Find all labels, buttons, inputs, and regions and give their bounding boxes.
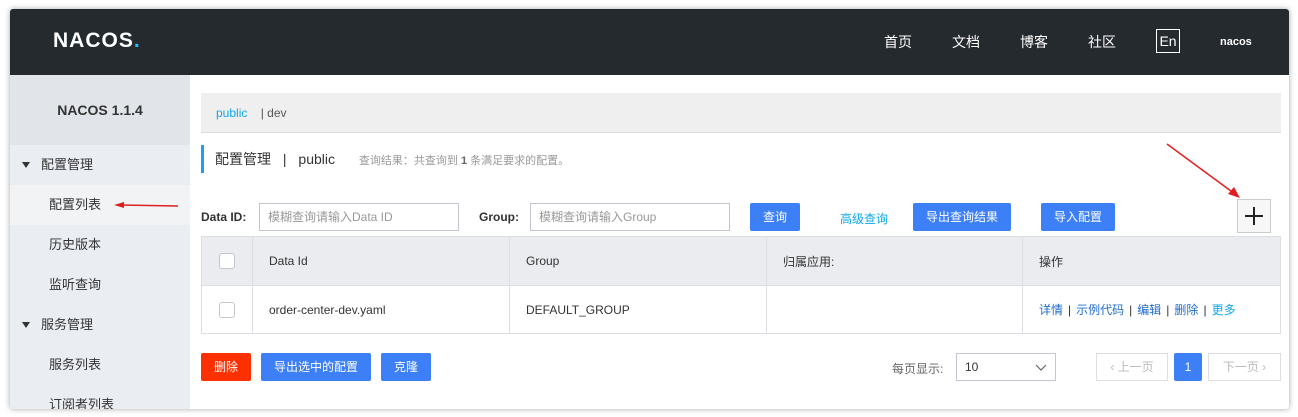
nav-community[interactable]: 社区 <box>1088 9 1116 75</box>
nav-home[interactable]: 首页 <box>884 9 912 75</box>
top-navbar: NACOS. 首页 文档 博客 社区 En nacos <box>10 9 1289 75</box>
table-header: Data Id Group 归属应用: 操作 <box>202 237 1280 285</box>
chevron-down-icon <box>1035 364 1047 371</box>
row-checkbox[interactable] <box>219 301 235 318</box>
main-content: public | dev 配置管理 | public 查询结果：共查询到 1 条… <box>190 75 1289 409</box>
query-result-summary: 查询结果：共查询到 1 条满足要求的配置。 <box>358 155 570 167</box>
action-details-link[interactable]: 详情 <box>1039 301 1063 318</box>
page-1-button[interactable]: 1 <box>1174 353 1202 381</box>
query-button[interactable]: 查询 <box>750 203 800 231</box>
advanced-query-link[interactable]: 高级查询 <box>840 210 888 227</box>
sidebar-item-service-list[interactable]: 服务列表 <box>10 345 190 385</box>
select-all-checkbox[interactable] <box>219 253 235 269</box>
cell-app <box>767 286 1023 333</box>
annotation-arrow-diagonal <box>1166 143 1240 198</box>
action-more-link[interactable]: 更多 <box>1212 301 1236 318</box>
namespace-public-link[interactable]: public <box>216 106 247 120</box>
sidebar-item-history[interactable]: 历史版本 <box>10 225 190 265</box>
next-page-button[interactable]: 下一页 › <box>1208 353 1281 381</box>
add-config-button[interactable] <box>1237 199 1271 233</box>
column-header-app: 归属应用: <box>767 237 1023 285</box>
sidebar-group-config-management[interactable]: 配置管理 <box>10 145 190 185</box>
plus-icon <box>1245 207 1263 225</box>
sidebar-item-listener-query[interactable]: 监听查询 <box>10 265 190 305</box>
export-selected-button[interactable]: 导出选中的配置 <box>261 353 371 381</box>
clone-button[interactable]: 克隆 <box>381 353 431 381</box>
user-menu[interactable]: nacos <box>1220 36 1252 48</box>
page-title: 配置管理 | public 查询结果：共查询到 1 条满足要求的配置。 <box>201 145 569 173</box>
chevron-left-icon: ‹ <box>1110 360 1115 374</box>
prev-page-button[interactable]: ‹ 上一页 <box>1096 353 1168 381</box>
import-config-button[interactable]: 导入配置 <box>1041 203 1115 231</box>
page-size-select[interactable]: 10 <box>956 353 1056 381</box>
sidebar-group-service-management[interactable]: 服务管理 <box>10 305 190 345</box>
column-header-data-id: Data Id <box>253 237 510 285</box>
data-id-label: Data ID: <box>201 210 247 224</box>
chevron-right-icon: › <box>1262 360 1267 374</box>
group-label: Group: <box>479 210 519 224</box>
group-input[interactable]: 模糊查询请输入Group <box>530 203 730 231</box>
sidebar-title: NACOS 1.1.4 <box>10 75 190 145</box>
cell-actions: 详情 | 示例代码 | 编辑 | 删除 | 更多 <box>1039 301 1236 318</box>
delete-button[interactable]: 删除 <box>201 353 251 381</box>
page-size-label: 每页显示: <box>892 362 944 376</box>
column-header-group: Group <box>510 237 767 285</box>
caret-down-icon <box>22 322 30 328</box>
action-edit-link[interactable]: 编辑 <box>1137 301 1161 318</box>
data-id-input[interactable]: 模糊查询请输入Data ID <box>259 203 459 231</box>
namespace-bar: public | dev <box>201 93 1281 133</box>
caret-down-icon <box>22 162 30 168</box>
table-row: order-center-dev.yaml DEFAULT_GROUP 详情 |… <box>202 285 1280 333</box>
export-results-button[interactable]: 导出查询结果 <box>913 203 1011 231</box>
cell-data-id: order-center-dev.yaml <box>253 286 510 333</box>
action-sample-code-link[interactable]: 示例代码 <box>1076 301 1124 318</box>
sidebar-item-subscriber-list[interactable]: 订阅者列表 <box>10 385 190 409</box>
config-table: Data Id Group 归属应用: 操作 order-center-dev.… <box>201 236 1281 334</box>
action-delete-link[interactable]: 删除 <box>1174 301 1198 318</box>
namespace-dev-link[interactable]: | dev <box>261 106 287 120</box>
cell-group: DEFAULT_GROUP <box>510 286 767 333</box>
nav-blog[interactable]: 博客 <box>1020 9 1048 75</box>
annotation-arrow-left <box>114 202 179 208</box>
sidebar: NACOS 1.1.4 配置管理 配置列表 历史版本 监听查询 服务管理 服务列… <box>10 75 190 409</box>
language-toggle-button[interactable]: En <box>1156 29 1180 53</box>
nav-docs[interactable]: 文档 <box>952 9 980 75</box>
app-window: NACOS. 首页 文档 博客 社区 En nacos NACOS 1.1.4 … <box>10 9 1289 409</box>
column-header-actions: 操作 <box>1039 254 1064 269</box>
nacos-logo[interactable]: NACOS. <box>53 29 141 53</box>
